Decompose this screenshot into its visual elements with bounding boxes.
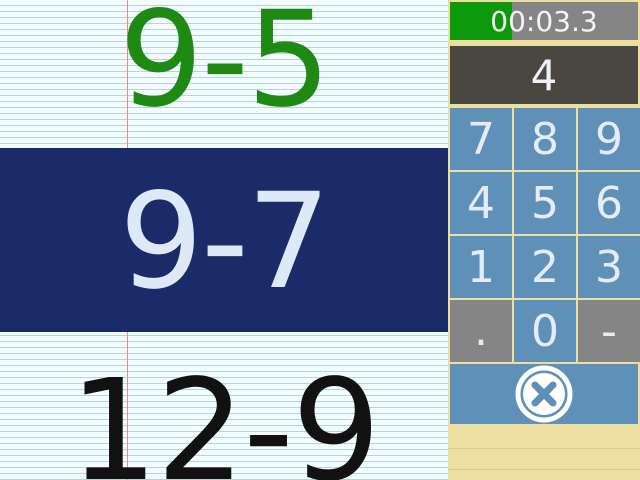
timer: 00:03.3 <box>450 2 638 40</box>
key-minus[interactable]: - <box>578 300 640 362</box>
key-1[interactable]: 1 <box>450 236 512 298</box>
number-keypad: 7 8 9 4 5 6 1 2 3 . 0 - <box>448 108 640 362</box>
previous-problem: 9-5 <box>119 0 331 137</box>
key-decimal-point[interactable]: . <box>450 300 512 362</box>
key-0[interactable]: 0 <box>514 300 576 362</box>
panel-filler <box>448 428 640 480</box>
key-3[interactable]: 3 <box>578 236 640 298</box>
problem-paper: 9-5 9-7 12-9 <box>0 0 448 480</box>
answer-display: 4 <box>450 46 638 104</box>
clear-button[interactable] <box>450 364 638 424</box>
current-problem: 9-7 <box>119 165 331 319</box>
key-8[interactable]: 8 <box>514 108 576 170</box>
timer-text: 00:03.3 <box>490 5 598 38</box>
key-2[interactable]: 2 <box>514 236 576 298</box>
drill-app: 9-5 9-7 12-9 00:03.3 4 7 8 9 4 5 6 1 2 3… <box>0 0 640 480</box>
key-9[interactable]: 9 <box>578 108 640 170</box>
next-problem: 12-9 <box>69 350 381 480</box>
key-6[interactable]: 6 <box>578 172 640 234</box>
input-panel: 00:03.3 4 7 8 9 4 5 6 1 2 3 . 0 - <box>448 0 640 480</box>
close-circle-icon <box>515 365 573 423</box>
key-5[interactable]: 5 <box>514 172 576 234</box>
key-4[interactable]: 4 <box>450 172 512 234</box>
key-7[interactable]: 7 <box>450 108 512 170</box>
